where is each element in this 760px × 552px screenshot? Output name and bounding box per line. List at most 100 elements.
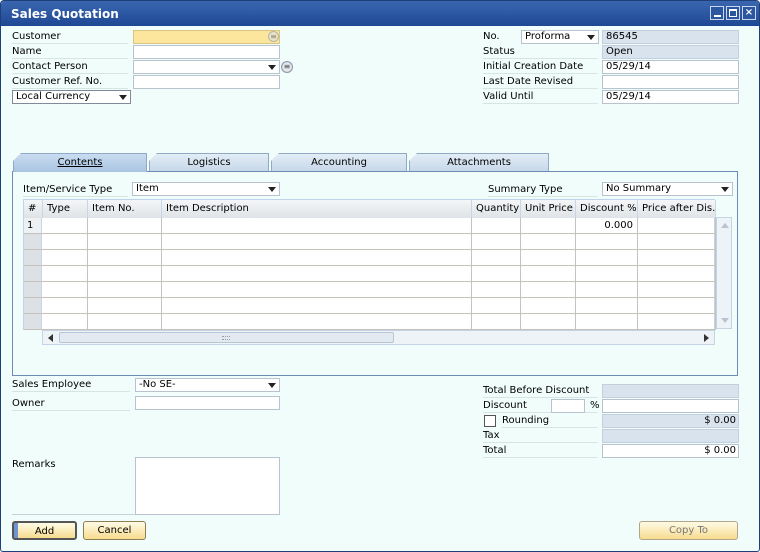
table-cell[interactable] [472, 218, 521, 233]
table-cell[interactable] [43, 298, 88, 313]
choose-from-list-icon[interactable]: ≡ [268, 31, 279, 42]
column-header[interactable]: # [24, 200, 43, 218]
tab-attachments[interactable]: Attachments [409, 153, 549, 171]
table-cell[interactable] [162, 282, 472, 297]
table-cell[interactable] [576, 250, 638, 265]
table-cell[interactable] [88, 282, 162, 297]
table-cell[interactable] [521, 250, 576, 265]
table-cell[interactable] [638, 282, 716, 297]
column-header[interactable]: Type [43, 200, 88, 218]
table-cell[interactable] [638, 218, 716, 233]
table-cell[interactable] [521, 282, 576, 297]
discount-amount-field[interactable] [602, 399, 739, 413]
table-cell[interactable] [521, 266, 576, 281]
owner-field[interactable] [135, 396, 280, 410]
column-header[interactable]: Unit Price [521, 200, 576, 218]
table-cell[interactable] [43, 234, 88, 249]
tab-accounting[interactable]: Accounting [271, 153, 407, 171]
currency-dropdown[interactable]: Local Currency [12, 90, 131, 104]
table-cell[interactable]: 0.000 [576, 218, 638, 233]
row-number[interactable] [24, 250, 42, 265]
table-cell[interactable] [162, 298, 472, 313]
table-cell[interactable] [472, 298, 521, 313]
table-cell[interactable] [88, 298, 162, 313]
row-number[interactable] [24, 266, 42, 281]
table-cell[interactable] [162, 266, 472, 281]
table-cell[interactable] [88, 218, 162, 233]
column-header[interactable]: Item Description [162, 200, 472, 218]
scroll-right-icon[interactable] [704, 334, 709, 342]
item-service-type-dropdown[interactable]: Item [132, 182, 280, 196]
cancel-button[interactable]: Cancel [83, 521, 146, 540]
add-button[interactable]: Add [12, 521, 77, 540]
copy-to-button[interactable]: Copy To [639, 521, 738, 540]
row-number[interactable]: 1 [24, 218, 42, 233]
customer-ref-field[interactable] [133, 75, 280, 89]
rounding-checkbox[interactable] [484, 415, 496, 427]
table-cell[interactable] [472, 314, 521, 329]
table-cell[interactable] [43, 314, 88, 329]
table-cell[interactable] [162, 218, 472, 233]
table-cell[interactable] [88, 234, 162, 249]
tab-contents[interactable]: Contents [13, 153, 147, 172]
row-number[interactable] [24, 234, 42, 249]
table-cell[interactable] [43, 282, 88, 297]
table-cell[interactable] [43, 266, 88, 281]
table-cell[interactable] [162, 234, 472, 249]
column-header[interactable]: Discount % [576, 200, 638, 218]
table-cell[interactable] [576, 282, 638, 297]
tab-logistics[interactable]: Logistics [149, 153, 269, 171]
row-number[interactable] [24, 314, 42, 329]
table-cell[interactable] [88, 250, 162, 265]
table-cell[interactable] [638, 314, 716, 329]
valid-until-field[interactable]: 05/29/14 [602, 90, 739, 104]
table-cell[interactable] [162, 250, 472, 265]
contact-list-icon[interactable]: ≡ [281, 61, 293, 73]
summary-type-dropdown[interactable]: No Summary [602, 182, 733, 196]
table-cell[interactable] [472, 234, 521, 249]
table-cell[interactable] [576, 266, 638, 281]
column-header[interactable]: Price after Dis... [638, 200, 716, 218]
table-row[interactable] [24, 314, 716, 330]
scroll-thumb[interactable] [59, 332, 394, 343]
table-cell[interactable] [521, 298, 576, 313]
table-row[interactable] [24, 282, 716, 298]
close-icon[interactable]: × [742, 6, 756, 20]
table-row[interactable]: 1 0.000 [24, 218, 716, 234]
contact-person-dropdown[interactable] [133, 60, 280, 74]
series-dropdown[interactable]: Proforma [521, 30, 599, 44]
table-cell[interactable] [638, 234, 716, 249]
table-cell[interactable] [472, 282, 521, 297]
column-header[interactable]: Item No. [88, 200, 162, 218]
row-number[interactable] [24, 282, 42, 297]
scroll-up-icon[interactable] [721, 223, 729, 228]
last-date-revised-field[interactable] [602, 75, 739, 89]
table-cell[interactable] [88, 266, 162, 281]
table-cell[interactable] [88, 314, 162, 329]
table-cell[interactable] [576, 234, 638, 249]
customer-field[interactable] [133, 30, 280, 44]
table-cell[interactable] [43, 250, 88, 265]
table-cell[interactable] [638, 266, 716, 281]
initial-creation-date-field[interactable]: 05/29/14 [602, 60, 739, 74]
table-cell[interactable] [576, 314, 638, 329]
table-row[interactable] [24, 250, 716, 266]
remarks-textarea[interactable] [135, 457, 280, 515]
scroll-down-icon[interactable] [721, 318, 729, 323]
table-cell[interactable] [472, 250, 521, 265]
column-header[interactable]: Quantity [472, 200, 521, 218]
table-cell[interactable] [521, 234, 576, 249]
table-cell[interactable] [638, 298, 716, 313]
table-row[interactable] [24, 298, 716, 314]
minimize-icon[interactable] [710, 6, 724, 20]
discount-percent-field[interactable] [551, 399, 585, 413]
table-cell[interactable] [472, 266, 521, 281]
table-cell[interactable] [43, 218, 88, 233]
table-row[interactable] [24, 266, 716, 282]
table-cell[interactable] [162, 314, 472, 329]
table-row[interactable] [24, 234, 716, 250]
table-cell[interactable] [521, 314, 576, 329]
vertical-scrollbar[interactable] [716, 217, 732, 329]
name-field[interactable] [133, 45, 280, 59]
table-cell[interactable] [638, 250, 716, 265]
